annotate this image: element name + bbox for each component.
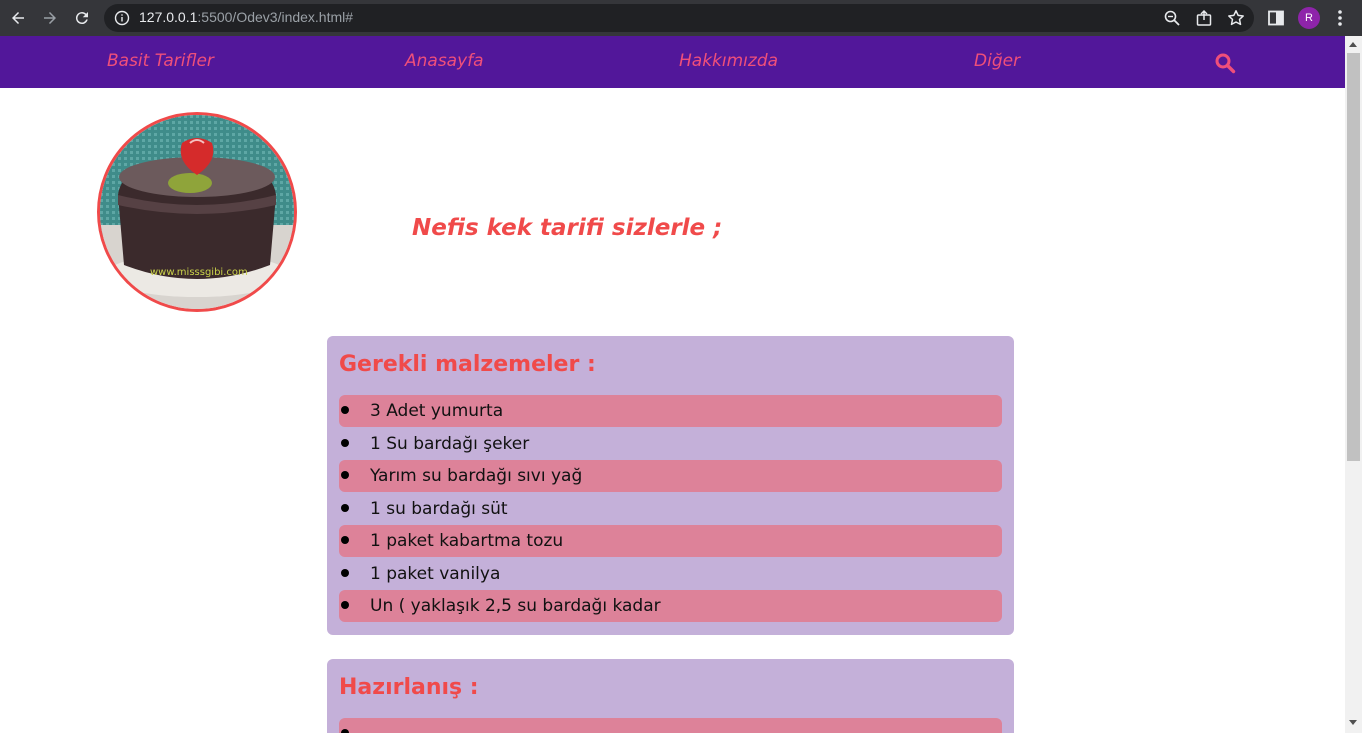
nav-link-home[interactable]: Anasayfa [405, 51, 484, 71]
bullet [341, 729, 349, 733]
page-scrollbar[interactable] [1345, 36, 1362, 733]
zoom-icon[interactable] [1163, 9, 1181, 27]
scroll-down-arrow[interactable] [1349, 720, 1357, 725]
ingredient-text: 1 paket vanilya [370, 563, 501, 584]
browser-toolbar: 127.0.0.1:5500/Odev3/index.html# R [0, 0, 1362, 36]
arrow-left-icon [12, 12, 24, 24]
bullet [341, 503, 349, 512]
ingredient-item: Yarım su bardağı sıvı yağ [339, 460, 1002, 492]
url-path: :5500/Odev3/index.html# [197, 9, 354, 25]
ingredient-text: 1 paket kabartma tozu [370, 531, 564, 551]
bullet [341, 438, 349, 447]
ingredients-title: Gerekli malzemeler : [339, 352, 596, 377]
ingredients-list: 3 Adet yumurta 1 Su bardağı şeker Yarım … [339, 395, 1002, 623]
ingredient-item: 1 Su bardağı şeker [339, 428, 1002, 460]
ingredient-text: 1 Su bardağı şeker [370, 433, 530, 454]
reload-icon [75, 12, 88, 25]
site-navbar: Basit Tarifler Anasayfa Hakkımızda Diğer [0, 36, 1345, 88]
bullet [341, 406, 349, 414]
preparation-list [339, 718, 1002, 733]
url-host: 127.0.0.1 [139, 9, 198, 25]
scroll-thumb[interactable] [1347, 53, 1360, 461]
bullet [341, 471, 349, 479]
address-bar[interactable]: 127.0.0.1:5500/Odev3/index.html# [104, 4, 1254, 32]
ingredient-text: Un ( yaklaşık 2,5 su bardağı kadar [370, 596, 661, 616]
bullet [341, 568, 349, 577]
ingredient-text: Yarım su bardağı sıvı yağ [370, 466, 583, 486]
page-headline: Nefis kek tarifi sizlerle ; [412, 215, 723, 242]
ingredient-item: 1 paket kabartma tozu [339, 525, 1002, 557]
bullet [341, 601, 349, 609]
nav-link-about[interactable]: Hakkımızda [679, 51, 778, 71]
brand-link[interactable]: Basit Tarifler [107, 51, 214, 71]
bullet [341, 536, 349, 544]
side-panel-icon[interactable] [1266, 8, 1286, 28]
forward-button[interactable] [38, 6, 62, 30]
back-button[interactable] [6, 6, 30, 30]
preparation-title: Hazırlanış : [339, 675, 479, 700]
ingredient-item: 1 paket vanilya [339, 558, 1002, 590]
menu-dots-icon[interactable] [1330, 8, 1350, 28]
preparation-card: Hazırlanış : [327, 659, 1014, 733]
reload-button[interactable] [70, 6, 94, 30]
page-viewport: Basit Tarifler Anasayfa Hakkımızda Diğer [0, 36, 1345, 733]
preparation-item [339, 718, 1002, 733]
scroll-up-arrow[interactable] [1349, 42, 1357, 47]
url-text[interactable]: 127.0.0.1:5500/Odev3/index.html# [139, 9, 353, 25]
profile-avatar[interactable]: R [1298, 7, 1320, 29]
photo-watermark: www.misssgibi.com [150, 267, 248, 278]
cake-illustration: www.misssgibi.com [100, 115, 294, 309]
cake-photo: www.misssgibi.com [97, 112, 297, 312]
nav-link-other[interactable]: Diğer [974, 51, 1020, 71]
ingredient-text: 3 Adet yumurta [370, 401, 504, 421]
ingredient-item: 1 su bardağı süt [339, 493, 1002, 525]
ingredient-item: Un ( yaklaşık 2,5 su bardağı kadar [339, 590, 1002, 622]
share-icon[interactable] [1195, 9, 1213, 27]
search-icon[interactable] [1214, 52, 1236, 74]
star-icon[interactable] [1227, 9, 1245, 27]
arrow-right-icon [44, 12, 56, 24]
info-icon[interactable] [114, 10, 130, 26]
ingredient-text: 1 su bardağı süt [370, 498, 508, 519]
ingredients-card: Gerekli malzemeler : 3 Adet yumurta 1 Su… [327, 336, 1014, 635]
ingredient-item: 3 Adet yumurta [339, 395, 1002, 427]
